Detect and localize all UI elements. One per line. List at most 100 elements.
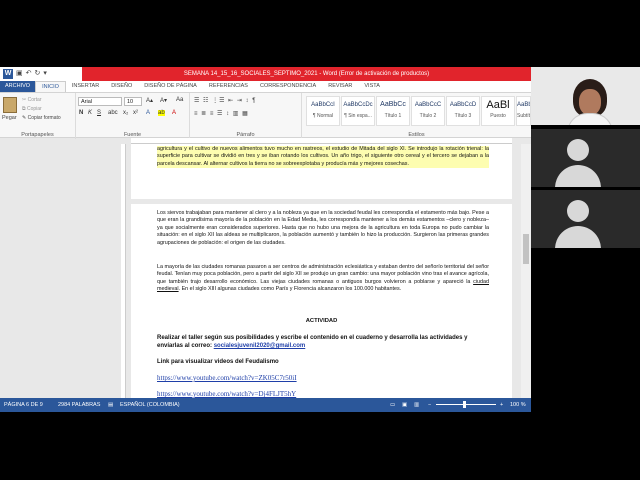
participant-panel [531,67,640,412]
youtube-link-2[interactable]: https://www.youtube.com/watch?v=Dj4FLJT5… [157,390,296,398]
save-icon[interactable]: ▣ [16,69,23,79]
tab-inicio[interactable]: INICIO [35,81,66,92]
word-count[interactable]: 2984 PALABRAS [58,398,100,412]
highlight-color-icon[interactable]: ab [158,110,165,116]
activity-heading: ACTIVIDAD [305,318,338,324]
instruction-body: Realizar el taller según sus posibilidad… [157,335,468,349]
style-name: Título 2 [419,113,437,119]
tab-insertar[interactable]: INSERTAR [66,81,105,92]
participant-tile[interactable] [531,190,640,248]
zoom-slider-thumb[interactable] [463,401,466,408]
paragraph-text: La mayoría de las ciudades romanas pasar… [157,264,489,285]
participant-video-tile[interactable] [531,67,640,125]
instruction-text: Realizar el taller según sus posibilidad… [157,334,489,350]
copy-label: Copiar [26,106,42,112]
document-page[interactable]: agricultura y el cultivo de nuevos alime… [131,144,512,199]
shrink-font-icon[interactable]: A▾ [160,97,167,104]
zoom-out-icon[interactable]: − [428,398,431,412]
paste-button[interactable]: Pegar [2,115,17,121]
undo-icon[interactable]: ↶ [26,69,32,79]
underline-button[interactable]: S [97,110,101,116]
style-name: ¶ Normal [312,113,334,119]
style-name: Título 1 [384,113,402,119]
vertical-ruler[interactable] [121,144,126,398]
avatar-icon [567,139,589,161]
word-logo-icon: W [3,69,13,79]
proofing-icon[interactable]: ▤ [108,398,113,412]
scrollbar-thumb[interactable] [523,234,529,264]
email-link[interactable]: socialesjuvenil2020@gmail.com [214,343,306,349]
document-page[interactable]: Los siervos trabajaban para mantener al … [131,204,512,398]
style-normal[interactable]: AaBbCcI ¶ Normal [306,96,340,126]
change-case-icon[interactable]: Aa [176,97,183,103]
tab-archivo[interactable]: ARCHIVO [0,81,36,92]
subscript-icon[interactable]: x₂ [123,110,128,116]
list-buttons[interactable]: ☰ ☷ ⋮☰ ⇤ ⇥ ↕ ¶ [194,97,256,104]
style-preview: AaBbCc [380,101,406,108]
paragraph-text: . En el siglo XIII algunas ciudades como… [178,286,402,293]
paste-icon[interactable] [3,97,17,113]
avatar-body-icon [555,165,601,187]
style-sin-espaciado[interactable]: AaBbCcDc ¶ Sin espa... [341,96,375,126]
tab-revisar[interactable]: REVISAR [322,81,358,92]
customize-qat-icon[interactable]: ▾ [43,69,47,79]
tab-correspondencia[interactable]: CORRESPONDENCIA [254,81,322,92]
style-preview: AaBbCcI [311,102,335,108]
copy-button[interactable]: ⧉ Copiar [22,106,42,112]
quick-access-toolbar: W ▣ ↶ ↻ ▾ [0,67,80,81]
cut-label: Cortar [27,97,42,103]
style-name: Subtítulo [517,113,531,119]
participant-tile[interactable] [531,129,640,187]
paragraph-group: ☰ ☷ ⋮☰ ⇤ ⇥ ↕ ¶ ≡ ≣ ≡ ☰ ↕ ▥ ▦ Párrafo [190,93,302,139]
participant-face [579,89,601,115]
avatar-body-icon [555,226,601,248]
zoom-slider[interactable] [436,404,496,405]
style-preview: AaBbCcD [449,102,477,108]
style-subtitulo[interactable]: AaBbC Subtítulo [516,96,531,126]
grow-font-icon[interactable]: A▴ [146,97,153,104]
font-size-box[interactable]: 10 [124,97,142,106]
superscript-icon[interactable]: x² [133,110,138,116]
style-name: ¶ Sin espa... [344,113,372,119]
format-painter-label: Copiar formato [27,115,61,121]
font-color-icon[interactable]: A [172,110,176,116]
ribbon-tabs: ARCHIVO INICIO INSERTAR DISEÑO DISEÑO DE… [0,81,531,92]
zoom-level[interactable]: 100 % [510,398,526,412]
style-preview: AaBbCcDc [343,102,373,108]
web-layout-icon[interactable]: ▥ [414,398,419,412]
tab-referencias[interactable]: REFERENCIAS [203,81,254,92]
paragraph: agricultura y el cultivo de nuevos alime… [157,146,489,169]
style-preview: AaBbC [517,102,530,108]
vertical-scrollbar[interactable] [521,144,531,398]
page-count[interactable]: PÁGINA 6 DE 9 [4,398,43,412]
style-titulo-2[interactable]: AaBbCcC Título 2 [411,96,445,126]
clipboard-group-label: Portapapeles [21,132,54,138]
read-mode-icon[interactable]: ▭ [390,398,395,412]
language-indicator[interactable]: ESPAÑOL (COLOMBIA) [120,398,180,412]
italic-button[interactable]: K [88,110,92,116]
ribbon: Pegar ✂ Cortar ⧉ Copiar ✎ Copiar formato… [0,92,531,139]
avatar-icon [567,200,589,222]
paragraph: La mayoría de las ciudades romanas pasar… [157,264,489,294]
style-titulo-1[interactable]: AaBbCc Título 1 [376,96,410,126]
tab-vista[interactable]: VISTA [358,81,386,92]
format-painter-button[interactable]: ✎ Copiar formato [22,115,61,121]
print-layout-icon[interactable]: ▣ [402,398,407,412]
text-effects-icon[interactable]: A [146,110,150,116]
bold-button[interactable]: N [79,110,83,116]
zoom-in-icon[interactable]: + [500,398,503,412]
style-titulo-3[interactable]: AaBbCcD Título 3 [446,96,480,126]
paragraph: Los siervos trabajaban para mantener al … [157,210,489,246]
style-name: Título 3 [454,113,472,119]
font-name-box[interactable]: Arial [78,97,122,106]
tab-diseno-pagina[interactable]: DISEÑO DE PÁGINA [138,81,203,92]
styles-group: AaBbCcI ¶ Normal AaBbCcDc ¶ Sin espa... … [302,93,531,139]
cut-button[interactable]: ✂ Cortar [22,97,42,103]
tab-diseno[interactable]: DISEÑO [105,81,138,92]
align-buttons[interactable]: ≡ ≣ ≡ ☰ ↕ ▥ ▦ [194,110,249,117]
redo-icon[interactable]: ↻ [35,69,41,79]
status-bar: PÁGINA 6 DE 9 2984 PALABRAS ▤ ESPAÑOL (C… [0,398,531,412]
strikethrough-icon[interactable]: abc [108,110,118,116]
youtube-link-1[interactable]: https://www.youtube.com/watch?v=ZK05C7r5… [157,374,297,382]
style-puesto[interactable]: AaBl Puesto [481,96,515,126]
